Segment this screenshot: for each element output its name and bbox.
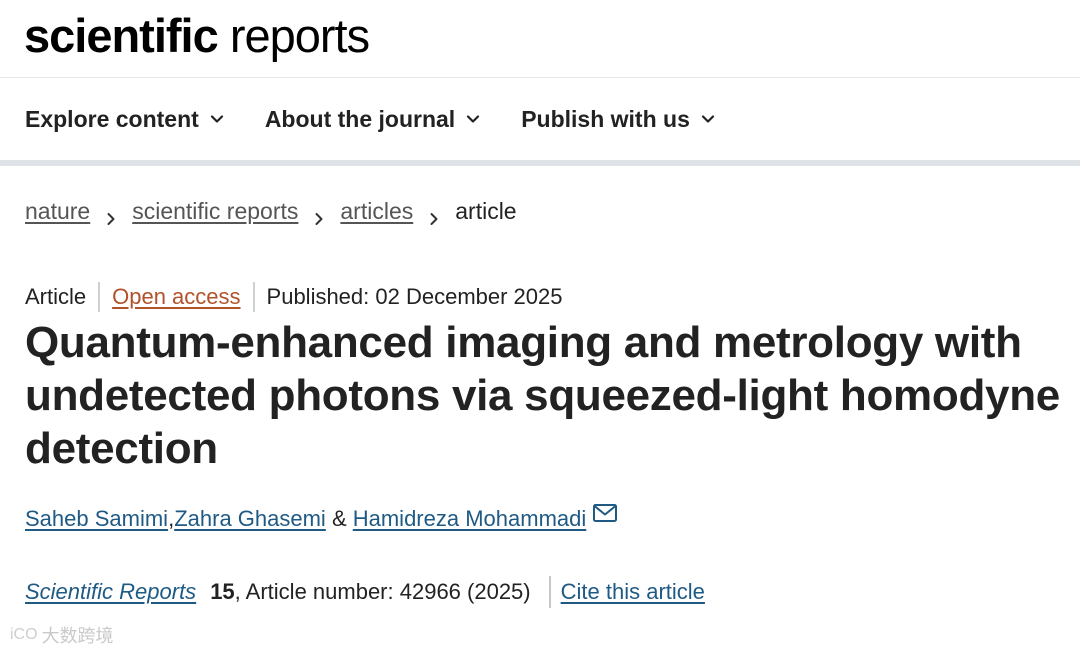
breadcrumb-current: article <box>455 198 517 224</box>
article-number: , Article number: 42966 (2025) <box>234 579 531 604</box>
breadcrumb-articles[interactable]: articles <box>340 198 413 225</box>
masthead: scientific reports <box>0 0 1080 78</box>
nav-about-journal[interactable]: About the journal <box>265 106 481 133</box>
author-link[interactable]: Saheb Samimi <box>25 506 168 532</box>
logo-light-text: reports <box>229 9 370 62</box>
article-meta: Article Open access Published: 02 Decemb… <box>25 282 563 312</box>
author-link[interactable]: Hamidreza Mohammadi <box>353 506 587 532</box>
logo-bold-text: scientific <box>24 9 219 62</box>
open-access-link[interactable]: Open access <box>112 284 240 310</box>
volume-number: 15 <box>210 579 235 604</box>
chevron-right-icon <box>312 205 326 225</box>
nav-explore-content-label: Explore content <box>25 105 199 132</box>
chevron-right-icon <box>104 205 118 225</box>
breadcrumb-nature[interactable]: nature <box>25 198 90 225</box>
cite-divider <box>548 576 551 608</box>
nav-publish-with-us[interactable]: Publish with us <box>521 106 716 133</box>
breadcrumb: nature scientific reports articles artic… <box>25 198 517 225</box>
author-separator: & <box>325 506 353 531</box>
meta-divider <box>252 282 255 312</box>
article-title: Quantum-enhanced imaging and metrology w… <box>25 318 1060 473</box>
watermark-logo: iCO <box>10 626 38 643</box>
author-link[interactable]: Zahra Ghasemi <box>174 506 326 532</box>
meta-divider <box>98 282 101 312</box>
journal-logo[interactable]: scientific reports <box>24 6 370 66</box>
nav-divider <box>0 160 1080 166</box>
citation-row: Scientific Reports 15 , Article number: … <box>25 576 705 608</box>
chevron-down-icon <box>209 111 225 127</box>
article-type: Article <box>25 284 87 309</box>
journal-link[interactable]: Scientific Reports <box>25 579 196 605</box>
published-date: Published: 02 December 2025 <box>266 284 563 309</box>
main-nav: Explore content About the journal Publis… <box>0 78 1080 160</box>
watermark: iCO 大数跨境 <box>10 622 114 648</box>
author-list: Saheb Samimi , Zahra Ghasemi & Hamidreza… <box>25 504 618 532</box>
watermark-text: 大数跨境 <box>41 626 114 646</box>
chevron-down-icon <box>465 111 481 127</box>
breadcrumb-scientific-reports[interactable]: scientific reports <box>132 198 298 225</box>
chevron-right-icon <box>427 205 441 225</box>
nav-explore-content[interactable]: Explore content <box>25 106 225 133</box>
nav-about-journal-label: About the journal <box>264 105 456 132</box>
nav-publish-with-us-label: Publish with us <box>521 105 690 132</box>
chevron-down-icon <box>700 111 716 127</box>
cite-this-article-link[interactable]: Cite this article <box>561 579 705 605</box>
mail-icon[interactable] <box>592 502 618 524</box>
